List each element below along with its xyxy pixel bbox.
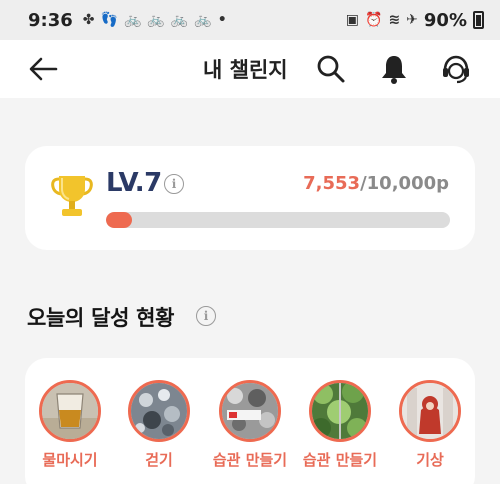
walk-thumbnail: [128, 380, 190, 442]
bell-icon: [382, 56, 406, 84]
challenge-item-habit-1[interactable]: 습관 만들기: [200, 380, 300, 470]
battery-percent: 90%: [423, 9, 467, 31]
pinwheel-icon: ✤: [82, 12, 95, 28]
bike-icon: 🚲: [170, 12, 189, 28]
battery-saver-icon: ▣: [345, 12, 359, 28]
support-button[interactable]: [440, 53, 472, 85]
dot-icon: •: [217, 12, 227, 28]
habit-thumbnail: [309, 380, 371, 442]
search-button[interactable]: [315, 53, 347, 85]
section-title: 오늘의 달성 현황: [27, 306, 175, 330]
airplane-icon: ✈: [406, 12, 418, 28]
challenge-list: 물마시기 걷기 습관 만들기 습관 만들기 기상: [0, 380, 500, 480]
level-card: LV.7 i 7,553/10,000p: [25, 146, 475, 250]
challenge-label: 걷기: [145, 451, 173, 469]
challenge-item-wakeup[interactable]: 기상: [380, 380, 480, 470]
level-progress-bar: [106, 212, 450, 228]
status-time: 9:36: [28, 9, 73, 31]
challenge-label: 습관 만들기: [302, 451, 378, 469]
footsteps-icon: 👣: [100, 12, 118, 28]
trophy-icon: [51, 176, 93, 216]
level-points: 7,553/10,000p: [303, 173, 449, 194]
challenge-label: 기상: [416, 451, 444, 469]
bike-icon: 🚲: [194, 12, 212, 28]
back-arrow-icon: [29, 57, 58, 81]
challenge-label: 물마시기: [42, 451, 98, 469]
points-total: /10,000p: [360, 173, 449, 194]
challenge-item-walk[interactable]: 걷기: [109, 380, 209, 470]
battery-icon: [473, 11, 484, 29]
bike-icon: 🚲: [147, 12, 165, 28]
challenge-label: 습관 만들기: [212, 451, 288, 469]
app-header: 내 챌린지: [0, 40, 500, 98]
status-right: ▣ ⏰ ≋ ✈ 90%: [346, 10, 484, 31]
habit-thumbnail: [219, 380, 281, 442]
water-glass-thumbnail: [39, 380, 101, 442]
page-title: 내 챌린지: [203, 58, 288, 82]
wifi-icon: ≋: [388, 12, 401, 28]
level-progress-fill: [106, 212, 132, 228]
status-left: 9:36 ✤ 👣 🚲 🚲 🚲 🚲 •: [28, 10, 227, 31]
achievement-info-icon[interactable]: i: [196, 306, 216, 326]
bike-icon: 🚲: [123, 12, 142, 28]
challenge-item-habit-2[interactable]: 습관 만들기: [290, 380, 390, 470]
wakeup-thumbnail: [399, 380, 461, 442]
level-info-icon[interactable]: i: [164, 174, 184, 194]
challenge-item-water[interactable]: 물마시기: [20, 380, 120, 470]
back-button[interactable]: [26, 55, 60, 83]
search-icon: [317, 55, 345, 83]
support-headset-icon: [443, 55, 469, 84]
alarm-icon: ⏰: [365, 12, 383, 28]
level-label: LV.7: [106, 168, 162, 198]
status-bar: 9:36 ✤ 👣 🚲 🚲 🚲 🚲 • ▣ ⏰ ≋ ✈ 90%: [0, 0, 500, 40]
notification-button[interactable]: [378, 53, 410, 85]
points-current: 7,553: [303, 173, 361, 194]
